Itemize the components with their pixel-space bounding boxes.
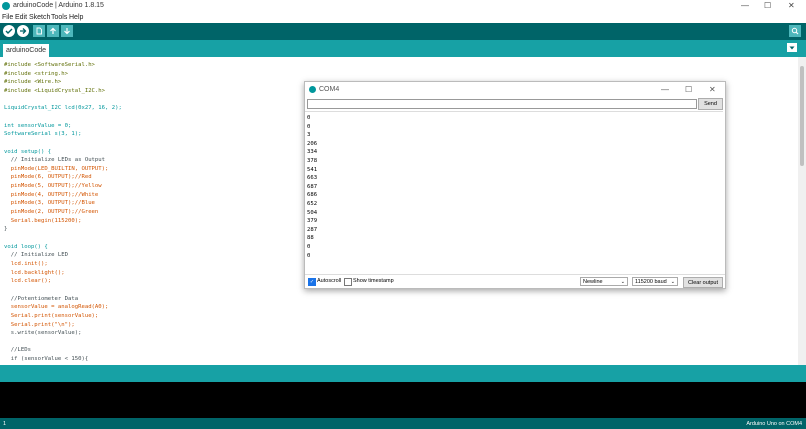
- serial-output-line: 0: [307, 252, 311, 259]
- autoscroll-label: Autoscroll: [317, 278, 342, 284]
- magnifier-icon: [791, 27, 799, 35]
- title-bar: arduinoCode | Arduino 1.8.15 — ☐ ✕: [0, 0, 806, 13]
- menu-help[interactable]: Help: [69, 14, 83, 21]
- serial-monitor-titlebar: COM4 — ☐ ✕: [305, 82, 725, 98]
- line-ending-select[interactable]: Newline ⌄: [580, 277, 628, 286]
- code-line: void loop() {: [4, 243, 48, 250]
- clear-output-button[interactable]: Clear output: [683, 277, 723, 288]
- code-line: pinMode(6, OUTPUT);//Red: [4, 174, 92, 181]
- menu-edit[interactable]: Edit: [15, 14, 27, 21]
- code-line: if (sensorValue < 150){: [4, 356, 89, 363]
- serial-monitor-title: COM4: [319, 86, 340, 93]
- serial-close-button[interactable]: ✕: [709, 85, 716, 94]
- show-timestamp-label: Show timestamp: [353, 278, 394, 284]
- code-line: #include <SoftwareSerial.h>: [4, 62, 95, 68]
- baud-rate-select[interactable]: 115200 baud ⌄: [632, 277, 678, 286]
- code-line: #include <string.h>: [4, 70, 68, 77]
- code-line: int sensorValue = 0;: [4, 122, 72, 129]
- serial-monitor-button[interactable]: [789, 25, 801, 37]
- arrow-down-icon: [64, 28, 70, 35]
- menu-sketch[interactable]: Sketch: [29, 14, 50, 21]
- code-line: //LEDs: [4, 347, 31, 354]
- code-line: #include <Wire.h>: [4, 79, 62, 86]
- code-line: Serial.begin(115200);: [4, 217, 82, 224]
- code-line: }: [4, 226, 8, 233]
- serial-maximize-button[interactable]: ☐: [685, 85, 692, 94]
- code-line: lcd.init();: [4, 260, 48, 267]
- serial-send-input[interactable]: [307, 99, 697, 109]
- autoscroll-checkbox[interactable]: ✓: [308, 278, 316, 286]
- send-button-label: Send: [704, 101, 717, 107]
- code-line: Serial.print(sensorValue);: [4, 312, 99, 319]
- chevron-down-icon: [789, 46, 795, 49]
- code-line: sensorValue = analogRead(A0);: [4, 304, 109, 311]
- new-sketch-button[interactable]: [33, 25, 45, 37]
- code-line: lcd.backlight();: [4, 269, 65, 276]
- arrow-right-icon: [20, 28, 27, 34]
- tab-arduinocode[interactable]: arduinoCode: [3, 44, 49, 57]
- close-button[interactable]: ✕: [788, 1, 795, 10]
- arduino-app-icon: [309, 86, 316, 93]
- check-icon: [5, 28, 13, 34]
- arduino-app-icon: [2, 2, 10, 10]
- code-line: // Initialize LEDs as Output: [4, 157, 106, 164]
- serial-footer: ✓ Autoscroll Show timestamp Newline ⌄ 11…: [305, 274, 725, 289]
- code-line: pinMode(2, OUTPUT);//Green: [4, 209, 99, 216]
- code-line: pinMode(3, OUTPUT);//Blue: [4, 200, 95, 207]
- window-title: arduinoCode | Arduino 1.8.15: [13, 2, 104, 9]
- line-ending-value: Newline: [583, 278, 603, 285]
- new-file-icon: [36, 27, 42, 35]
- code-line: s.write(sensorValue);: [4, 330, 82, 337]
- status-bar: 1 Arduino Uno on COM4: [0, 418, 806, 429]
- tab-menu-button[interactable]: [787, 43, 797, 52]
- status-board: Arduino Uno on COM4: [746, 421, 802, 427]
- clear-output-label: Clear output: [688, 279, 718, 286]
- menu-bar: File Edit Sketch Tools Help: [0, 13, 806, 23]
- maximize-button[interactable]: ☐: [764, 1, 771, 10]
- verify-button[interactable]: [3, 25, 15, 37]
- serial-monitor-window: COM4 — ☐ ✕ Send 0 0 3 206 334 378 541 663 687 686…: [304, 81, 726, 289]
- open-sketch-button[interactable]: [47, 25, 59, 37]
- code-line: pinMode(5, OUTPUT);//Yellow: [4, 183, 102, 190]
- tab-bar: arduinoCode: [0, 40, 806, 57]
- send-button[interactable]: Send: [698, 98, 723, 110]
- status-line-number: 1: [3, 421, 7, 427]
- chevron-down-icon: ⌄: [620, 278, 625, 285]
- code-line: #include <LiquidCrystal_I2C.h>: [4, 87, 106, 94]
- serial-output: 0 0 3 206 334 378 541 663 687 686 652 504 379 287 88 0 0: [305, 111, 723, 275]
- code-line: pinMode(LED_BUILTIN, OUTPUT);: [4, 165, 109, 172]
- save-sketch-button[interactable]: [61, 25, 73, 37]
- tab-label: arduinoCode: [5, 47, 47, 54]
- menu-file[interactable]: File: [2, 14, 13, 21]
- code-line: Serial.print("\n");: [4, 321, 75, 328]
- chevron-down-icon: ⌄: [670, 278, 675, 285]
- menu-tools[interactable]: Tools: [51, 14, 67, 21]
- code-line: // Initialize LED: [4, 252, 68, 259]
- toolbar: [0, 23, 806, 40]
- code-line: LiquidCrystal_I2C lcd(0x27, 16, 2);: [4, 105, 122, 112]
- code-line: lcd.clear();: [4, 278, 52, 285]
- editor-scrollbar-thumb[interactable]: [800, 66, 804, 166]
- show-timestamp-checkbox[interactable]: [344, 278, 352, 286]
- arrow-up-icon: [50, 27, 56, 34]
- minimize-button[interactable]: —: [741, 1, 749, 10]
- code-line: //Potentiometer Data: [4, 295, 79, 302]
- console-output: [0, 382, 806, 418]
- console-header: [0, 365, 806, 382]
- code-line: SoftwareSerial s(3, 1);: [4, 131, 82, 138]
- code-line: pinMode(4, OUTPUT);//White: [4, 191, 99, 198]
- serial-minimize-button[interactable]: —: [661, 85, 669, 94]
- code-line: void setup() {: [4, 148, 52, 155]
- upload-button[interactable]: [17, 25, 29, 37]
- baud-rate-value: 115200 baud: [635, 278, 667, 285]
